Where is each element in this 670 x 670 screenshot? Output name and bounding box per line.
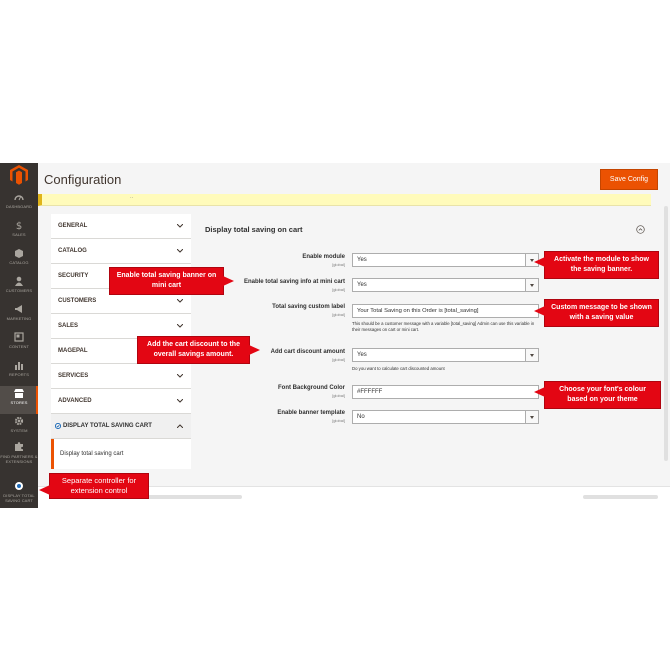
chevron-down-icon: [177, 374, 183, 378]
sidebar-item-label: CONTENT: [8, 344, 30, 349]
dashboard-icon: [14, 195, 24, 201]
sidebar-item-dashboard[interactable]: DASHBOARD: [0, 190, 38, 218]
magento-logo-icon[interactable]: [10, 165, 28, 185]
chevron-down-icon: [177, 299, 183, 303]
chevron-down-icon: [525, 411, 538, 423]
sidebar-item-catalog[interactable]: CATALOG: [0, 246, 38, 274]
sidebar-item-label: MARKETING: [6, 316, 32, 321]
gear-icon: [14, 416, 24, 426]
font-bg-color-input[interactable]: #FFFFFF: [352, 385, 539, 399]
scope-label: [global]: [332, 393, 345, 398]
chevron-down-icon: [177, 249, 183, 253]
collapse-icon[interactable]: [636, 225, 645, 234]
callout-arrow: [223, 276, 234, 286]
bar-chart-icon: [15, 362, 23, 370]
sidebar-item-label: STORES: [10, 400, 28, 405]
sidebar-item-label: DISPLAY TOTAL SAVING CART: [3, 493, 35, 503]
admin-sidebar: DASHBOARD $ SALES CATALOG CUSTOMERS MARK…: [0, 163, 38, 508]
cart-discount-note: Do you want to calculate cart discounted…: [352, 366, 445, 371]
svg-text:$: $: [16, 221, 22, 230]
chevron-down-icon: [177, 324, 183, 328]
chevron-down-icon: [525, 279, 538, 291]
person-icon: [15, 276, 23, 286]
page-title: Configuration: [44, 172, 122, 187]
sidebar-item-reports[interactable]: REPORTS: [0, 358, 38, 386]
cart-discount-select[interactable]: Yes: [352, 348, 539, 362]
callout-arrow: [534, 257, 545, 267]
dollar-icon: $: [16, 221, 22, 230]
sidebar-item-system[interactable]: SYSTEM: [0, 414, 38, 442]
callout-arrow: [39, 485, 50, 495]
save-config-button[interactable]: Save Config: [600, 169, 658, 190]
banner-template-label: Enable banner template: [277, 410, 345, 416]
sidebar-item-label: CUSTOMERS: [5, 288, 33, 293]
callout-arrow: [249, 345, 260, 355]
sidebar-item-label: SALES: [12, 232, 26, 237]
magpal-icon: [15, 482, 23, 490]
chevron-down-icon: [525, 349, 538, 361]
enable-module-label: Enable module: [302, 254, 345, 260]
admin-screen: DASHBOARD $ SALES CATALOG CUSTOMERS MARK…: [0, 163, 670, 508]
callout-font-colour: Choose your font's colour based on your …: [544, 381, 661, 409]
section-title[interactable]: Display total saving on cart: [205, 225, 303, 234]
callout-arrow: [534, 387, 545, 397]
callout-arrow: [534, 306, 545, 316]
sidebar-item-stores[interactable]: STORES: [0, 386, 38, 414]
callout-separate-controller: Separate controller for extension contro…: [49, 473, 149, 499]
scope-label: [global]: [332, 418, 345, 423]
sidebar-item-find-partners[interactable]: FIND PARTNERS & EXTENSIONS: [0, 440, 38, 476]
scrollbar[interactable]: [664, 206, 668, 461]
store-icon: [14, 389, 24, 398]
sidebar-item-customers[interactable]: CUSTOMERS: [0, 274, 38, 302]
chevron-down-icon: [177, 399, 183, 403]
font-bg-color-label: Font Background Color: [278, 385, 345, 391]
sidebar-item-label: DASHBOARD: [5, 204, 33, 209]
tab-catalog[interactable]: CATALOG: [51, 239, 191, 264]
callout-activate-module: Activate the module to show the saving b…: [544, 251, 659, 279]
enable-module-select[interactable]: Yes: [352, 253, 539, 267]
system-notice-bar: ··: [38, 194, 651, 206]
callout-cart-discount: Add the cart discount to the overall sav…: [137, 336, 250, 364]
scope-label: [global]: [332, 312, 345, 317]
callout-mini-cart: Enable total saving banner on mini cart: [109, 267, 224, 295]
sidebar-item-display-total-saving-cart[interactable]: DISPLAY TOTAL SAVING CART: [0, 479, 38, 508]
content-icon: [14, 332, 24, 342]
megaphone-icon: [15, 305, 22, 313]
sidebar-item-label: SYSTEM: [10, 428, 28, 433]
chevron-up-icon: [177, 424, 183, 428]
sidebar-item-label: CATALOG: [9, 260, 29, 265]
sidebar-item-marketing[interactable]: MARKETING: [0, 302, 38, 330]
tab-sub-display-total-saving-cart[interactable]: Display total saving cart: [51, 439, 191, 469]
custom-label-label: Total saving custom label: [272, 304, 345, 310]
tab-general[interactable]: GENERAL: [51, 214, 191, 239]
magpal-icon: [55, 423, 61, 429]
sidebar-item-label: FIND PARTNERS & EXTENSIONS: [0, 454, 38, 464]
puzzle-icon: [15, 442, 23, 451]
custom-label-note: This should be a customer message with a…: [352, 321, 535, 332]
banner-template-select[interactable]: No: [352, 410, 539, 424]
box-icon: [15, 249, 23, 258]
sidebar-item-label: REPORTS: [9, 372, 29, 377]
sidebar-item-sales[interactable]: $ SALES: [0, 218, 38, 246]
custom-label-input[interactable]: Your Total Saving on this Order is [tota…: [352, 304, 539, 318]
sidebar-item-content[interactable]: CONTENT: [0, 330, 38, 358]
chevron-down-icon: [177, 224, 183, 228]
mini-cart-select[interactable]: Yes: [352, 278, 539, 292]
callout-custom-message: Custom message to be shown with a saving…: [544, 299, 659, 327]
